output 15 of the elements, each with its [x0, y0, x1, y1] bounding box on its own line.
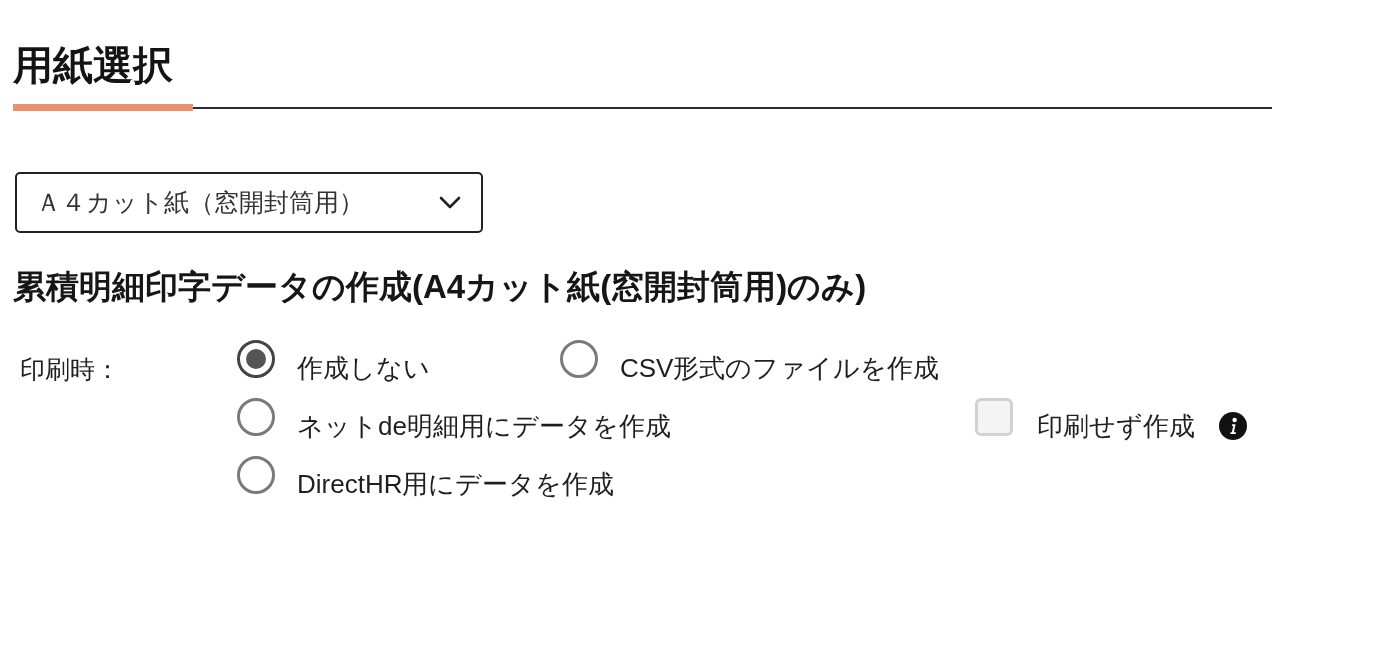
- radio-button[interactable]: [237, 340, 275, 378]
- info-icon[interactable]: [1219, 412, 1247, 440]
- checkbox-label: 印刷せず作成: [1037, 410, 1195, 443]
- page-title: 用紙選択: [13, 42, 173, 89]
- radio-button[interactable]: [237, 456, 275, 494]
- paper-select[interactable]: Ａ４カット紙（窓開封筒用）: [15, 172, 483, 233]
- chevron-down-icon: [439, 196, 461, 209]
- section-heading: 累積明細印字データの作成(A4カット紙(窓開封筒用)のみ): [13, 267, 867, 307]
- radio-label: 作成しない: [297, 352, 430, 385]
- radio-label: CSV形式のファイルを作成: [620, 352, 940, 385]
- radio-label: ネットde明細用にデータを作成: [297, 410, 671, 443]
- field-label: 印刷時：: [20, 354, 120, 385]
- radio-label: DirectHR用にデータを作成: [297, 468, 615, 501]
- radio-button[interactable]: [237, 398, 275, 436]
- radio-button[interactable]: [560, 340, 598, 378]
